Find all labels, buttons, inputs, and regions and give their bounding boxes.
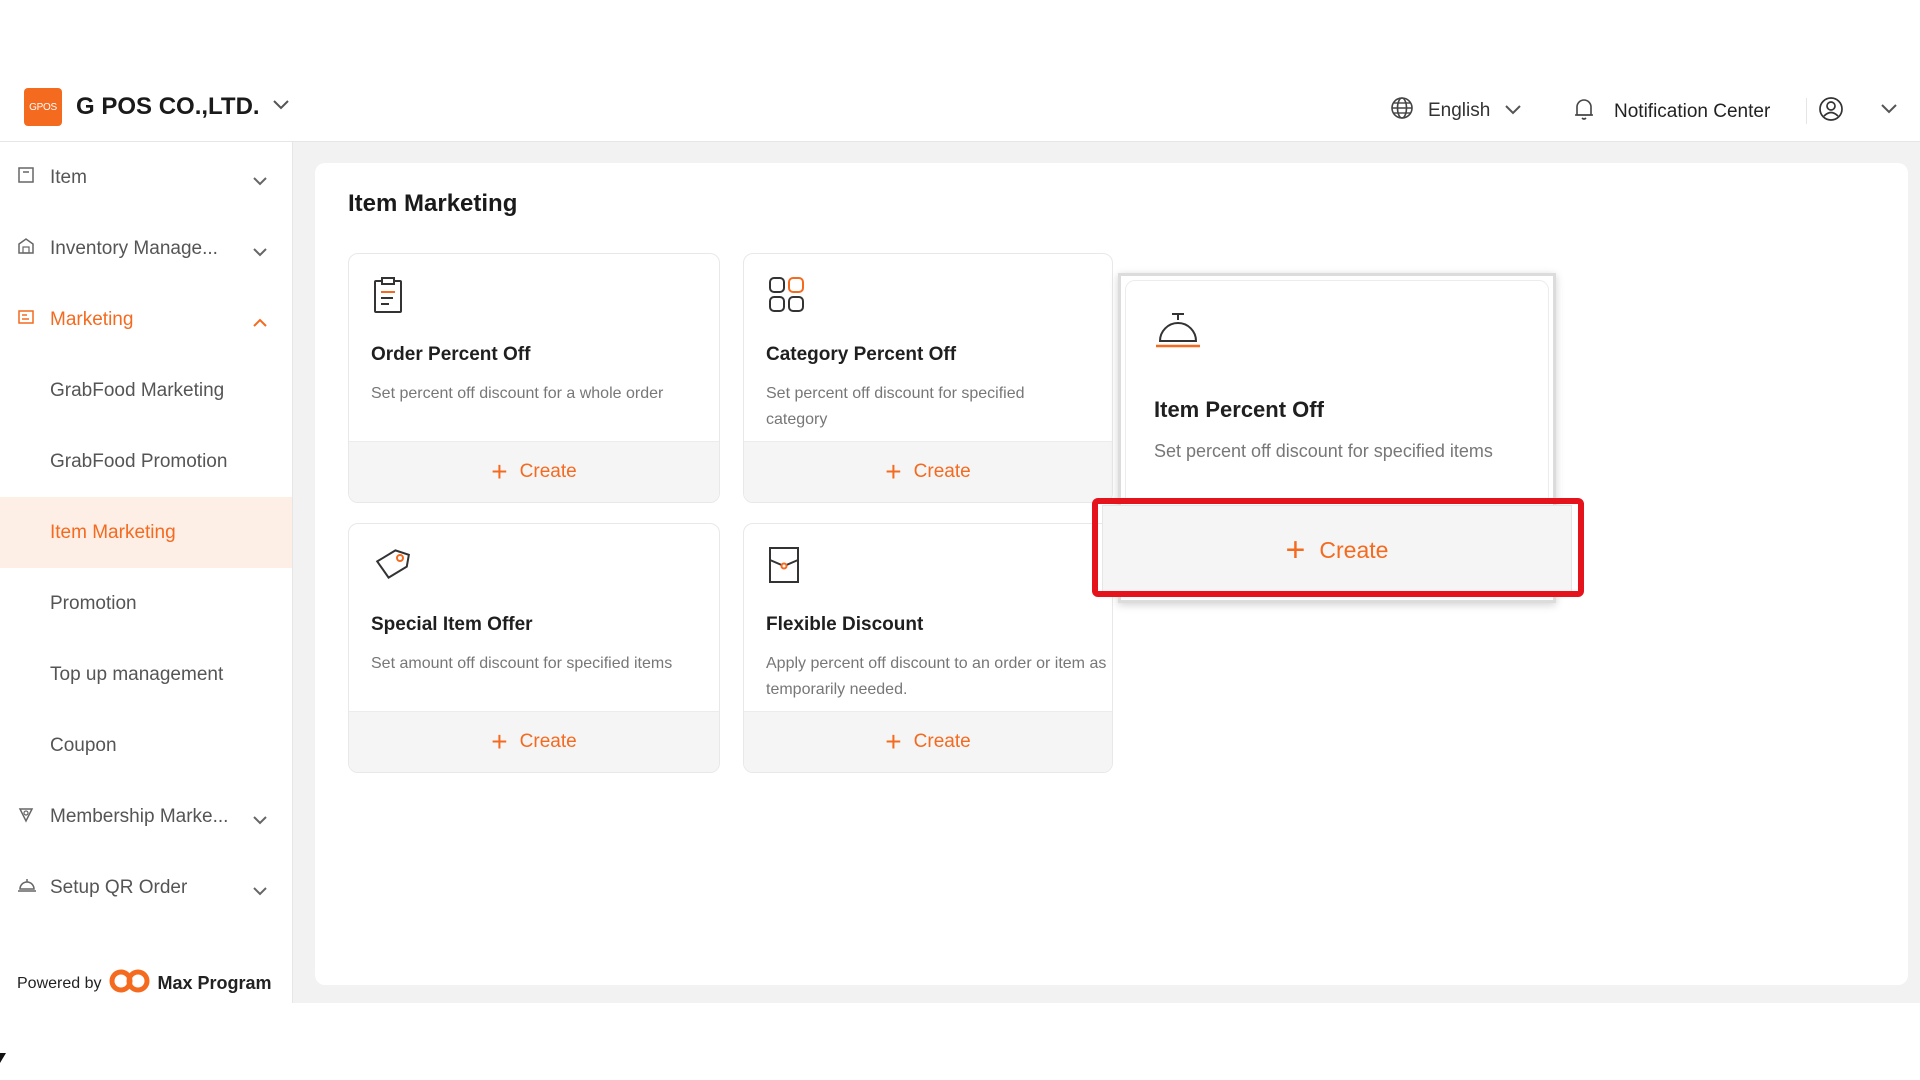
sidebar-subitem-item-marketing[interactable]: Item Marketing	[0, 497, 292, 568]
create-button[interactable]: + Create	[349, 711, 719, 772]
sidebar-subitem-label: Item Marketing	[50, 521, 176, 543]
max-program-logo-icon	[108, 968, 152, 999]
clipboard-icon	[373, 276, 403, 319]
create-label: Create	[519, 461, 577, 482]
company-switcher[interactable]: GPOS G POS CO.,LTD.	[24, 88, 290, 126]
sidebar-item-qr-order[interactable]: Setup QR Order	[0, 852, 292, 923]
chevron-down-icon	[1504, 100, 1522, 122]
card-title: Special Item Offer	[371, 614, 533, 635]
card-flexible-discount: Flexible Discount Apply percent off disc…	[743, 523, 1113, 773]
item-icon	[17, 166, 37, 186]
app-window: GPOS G POS CO.,LTD. English Notification…	[0, 60, 1920, 1063]
chevron-down-icon	[272, 98, 290, 116]
chevron-down-icon	[252, 241, 268, 263]
sidebar-item-marketing[interactable]: Marketing	[0, 284, 292, 355]
sidebar-subitem-grabfood-promotion[interactable]: GrabFood Promotion	[0, 426, 292, 497]
company-name: G POS CO.,LTD.	[76, 93, 260, 120]
create-label: Create	[519, 731, 577, 752]
plus-icon: +	[491, 456, 508, 487]
card-title: Order Percent Off	[371, 344, 531, 365]
mouse-cursor-icon	[0, 1053, 6, 1063]
sidebar-subitem-label: GrabFood Marketing	[50, 379, 225, 401]
max-program-brand: Max Program	[157, 973, 272, 993]
envelope-icon	[768, 546, 800, 589]
chevron-down-icon	[252, 170, 268, 192]
membership-icon	[17, 805, 37, 825]
sidebar-subitem-coupon[interactable]: Coupon	[0, 710, 292, 781]
sidebar-subitem-label: GrabFood Promotion	[50, 450, 228, 472]
highlight-box	[1092, 498, 1584, 597]
bell-icon	[1572, 96, 1596, 128]
powered-by-label: Powered by	[17, 974, 102, 992]
card-title: Flexible Discount	[766, 614, 924, 635]
sidebar-subitem-label: Top up management	[50, 663, 224, 685]
sidebar-subitem-label: Coupon	[50, 734, 117, 756]
card-title: Category Percent Off	[766, 344, 957, 365]
company-logo: GPOS	[24, 88, 62, 126]
header-divider	[1806, 98, 1807, 124]
notification-label: Notification Center	[1614, 101, 1771, 122]
card-description: Apply percent off discount to an order o…	[766, 655, 1107, 698]
language-selector[interactable]: English	[1390, 96, 1522, 126]
service-bell-icon	[1154, 311, 1202, 356]
card-body: Item Percent Off Set percent off discoun…	[1125, 280, 1549, 500]
qr-order-icon	[17, 876, 37, 896]
sidebar-item-label: Membership Marke...	[50, 805, 229, 827]
sidebar-item-membership[interactable]: Membership Marke...	[0, 781, 292, 852]
sidebar-item-label: Setup QR Order	[50, 876, 188, 898]
chevron-down-icon	[252, 809, 268, 831]
card-special-item-offer: Special Item Offer Set amount off discou…	[348, 523, 720, 773]
sidebar-subitem-promotion[interactable]: Promotion	[0, 568, 292, 639]
card-title: Item Percent Off	[1154, 397, 1324, 422]
marketing-icon	[17, 308, 37, 328]
sidebar-item-label: Item	[50, 166, 87, 188]
card-description: Set percent off discount for specified i…	[1154, 441, 1493, 461]
chevron-up-icon	[252, 312, 268, 334]
sidebar-item-inventory[interactable]: Inventory Manage...	[0, 213, 292, 284]
sidebar-item-label: Marketing	[50, 308, 134, 330]
category-grid-icon	[768, 276, 806, 319]
user-avatar-icon[interactable]	[1818, 96, 1844, 127]
card-description: Set percent off discount for a whole ord…	[371, 385, 664, 402]
language-label: English	[1428, 100, 1491, 121]
create-button[interactable]: + Create	[744, 441, 1112, 502]
sidebar-item-label: Inventory Manage...	[50, 237, 218, 259]
create-label: Create	[913, 731, 971, 752]
card-description: Set amount off discount for specified it…	[371, 655, 673, 672]
top-header: GPOS G POS CO.,LTD. English Notification…	[0, 60, 1920, 142]
sidebar-item-item[interactable]: Item	[0, 142, 292, 213]
chevron-down-icon	[252, 880, 268, 902]
plus-icon: +	[885, 726, 902, 757]
sidebar: Item Inventory Manage... Marketing GrabF…	[0, 142, 293, 1003]
create-button[interactable]: + Create	[349, 441, 719, 502]
plus-icon: +	[491, 726, 508, 757]
tag-icon	[373, 546, 411, 585]
card-category-percent-off: Category Percent Off Set percent off dis…	[743, 253, 1113, 503]
card-order-percent-off: Order Percent Off Set percent off discou…	[348, 253, 720, 503]
create-button[interactable]: + Create	[744, 711, 1112, 772]
sidebar-subitem-grabfood-marketing[interactable]: GrabFood Marketing	[0, 355, 292, 426]
notification-center[interactable]: Notification Center	[1572, 96, 1770, 128]
plus-icon: +	[885, 456, 902, 487]
page-title: Item Marketing	[348, 190, 518, 217]
powered-by: Powered by Max Program	[17, 968, 272, 999]
globe-icon	[1390, 96, 1414, 126]
chevron-down-icon[interactable]	[1880, 102, 1898, 120]
sidebar-subitem-top-up[interactable]: Top up management	[0, 639, 292, 710]
inventory-icon	[17, 237, 37, 257]
card-description: Set percent off discount for specified c…	[766, 385, 1025, 428]
sidebar-subitem-label: Promotion	[50, 592, 137, 614]
create-label: Create	[913, 461, 971, 482]
